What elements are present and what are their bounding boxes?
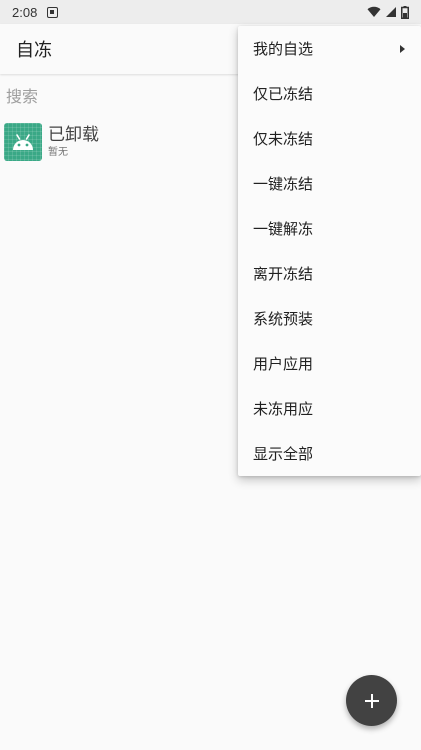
menu-item-freeze-on-leave[interactable]: 离开冻结 (238, 251, 421, 296)
menu-item-unfrozen-used[interactable]: 未冻用应 (238, 386, 421, 431)
search-input[interactable] (6, 86, 236, 106)
menu-item-label: 仅已冻结 (253, 85, 314, 103)
menu-item-label: 显示全部 (253, 445, 314, 463)
menu-item-label: 一键解冻 (253, 220, 314, 238)
menu-item-unfrozen-only[interactable]: 仅未冻结 (238, 116, 421, 161)
menu-item-label: 我的自选 (253, 40, 314, 58)
app-subtitle: 暂无 (48, 147, 68, 158)
menu-item-user-apps[interactable]: 用户应用 (238, 341, 421, 386)
menu-item-unfreeze-all[interactable]: 一键解冻 (238, 206, 421, 251)
notification-a-icon (47, 6, 59, 18)
menu-item-show-all[interactable]: 显示全部 (238, 431, 421, 476)
status-bar: 2:08 (0, 0, 421, 24)
page-title: 自冻 (16, 40, 52, 61)
signal-icon (386, 7, 396, 17)
app-texts: 已卸载 暂无 (48, 124, 99, 160)
submenu-arrow-icon (400, 44, 405, 53)
battery-icon (401, 5, 409, 19)
menu-item-freeze-all[interactable]: 一键冻结 (238, 161, 421, 206)
menu-item-label: 一键冻结 (253, 175, 314, 193)
status-time: 2:08 (12, 4, 38, 20)
menu-item-label: 用户应用 (253, 355, 314, 373)
wifi-icon (367, 6, 381, 18)
add-button[interactable] (346, 675, 397, 726)
status-left: 2:08 (12, 4, 59, 20)
status-right (367, 5, 409, 19)
menu-item-frozen-only[interactable]: 仅已冻结 (238, 71, 421, 116)
menu-item-label: 离开冻结 (253, 265, 314, 283)
menu-item-my-favorites[interactable]: 我的自选 (238, 26, 421, 71)
menu-item-label: 未冻用应 (253, 400, 314, 418)
app-name: 已卸载 (48, 125, 99, 145)
menu-item-system-apps[interactable]: 系统预装 (238, 296, 421, 341)
list-item[interactable]: 已卸载 暂无 (4, 121, 234, 163)
overflow-menu: 我的自选 仅已冻结 仅未冻结 一键冻结 一键解冻 离开冻结 系统预装 用户应用 … (238, 26, 421, 476)
menu-item-label: 系统预装 (253, 310, 314, 328)
android-icon (4, 123, 42, 161)
plus-icon (364, 693, 379, 708)
menu-item-label: 仅未冻结 (253, 130, 314, 148)
